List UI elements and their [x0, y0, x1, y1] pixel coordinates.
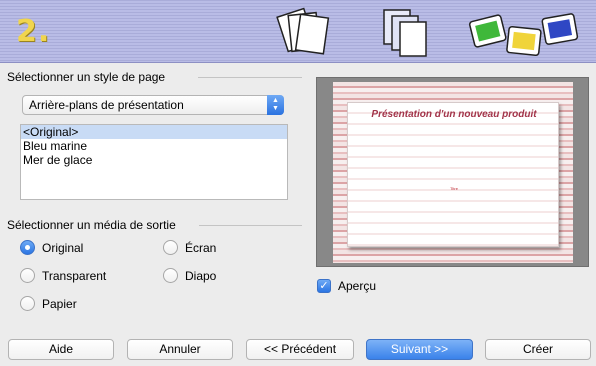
radio-button[interactable] [163, 240, 178, 255]
output-media-divider [199, 225, 302, 226]
radio-label: Transparent [42, 268, 107, 283]
wizard-banner: 2. [0, 0, 596, 63]
radio-label: Écran [185, 240, 217, 255]
page-style-heading: Sélectionner un style de page [7, 70, 166, 84]
preview-checkbox-label: Aperçu [338, 279, 377, 293]
window-layers-icon [383, 9, 427, 57]
previous-button[interactable]: << Précédent [246, 339, 354, 360]
radio-label: Original [42, 240, 84, 255]
preview-pane: Présentation d'un nouveau produit Titre [316, 77, 589, 267]
page-stack-icon [276, 7, 330, 55]
radio-label: Papier [42, 296, 77, 311]
slide-content-card: Présentation d'un nouveau produit Titre [347, 102, 559, 247]
radio-ecran[interactable]: Écran [163, 240, 216, 255]
output-media-heading: Sélectionner un média de sortie [7, 218, 176, 232]
page-style-dropdown[interactable]: Arrière-plans de présentation ▲ ▼ [22, 95, 284, 115]
create-button[interactable]: Créer [485, 339, 591, 360]
slide-subtitle: Titre [450, 186, 458, 191]
list-item[interactable]: <Original> [21, 125, 287, 139]
radio-label: Diapo [185, 268, 217, 283]
page-style-divider [198, 77, 302, 78]
radio-transparent[interactable]: Transparent [20, 268, 106, 283]
help-button[interactable]: Aide [8, 339, 114, 360]
color-slides-icon [468, 13, 579, 57]
cancel-button[interactable]: Annuler [127, 339, 233, 360]
step-number: 2. [16, 14, 51, 49]
radio-button[interactable] [20, 268, 35, 283]
radio-button[interactable] [163, 268, 178, 283]
checkmark-icon[interactable]: ✓ [317, 279, 331, 293]
radio-button[interactable] [20, 240, 35, 255]
chevron-updown-icon[interactable]: ▲ ▼ [267, 95, 284, 115]
preview-checkbox-row[interactable]: ✓ Aperçu [317, 279, 376, 293]
slide-title: Présentation d'un nouveau produit [371, 109, 537, 120]
page-style-list[interactable]: <Original> Bleu marine Mer de glace [20, 124, 288, 200]
radio-original[interactable]: Original [20, 240, 83, 255]
list-item[interactable]: Mer de glace [21, 153, 287, 167]
next-button[interactable]: Suivant >> [366, 339, 473, 360]
slide-thumbnail: Présentation d'un nouveau produit Titre [333, 82, 573, 263]
radio-papier[interactable]: Papier [20, 296, 77, 311]
page-style-dropdown-value: Arrière-plans de présentation [29, 98, 184, 112]
radio-diapo[interactable]: Diapo [163, 268, 216, 283]
radio-button[interactable] [20, 296, 35, 311]
list-item[interactable]: Bleu marine [21, 139, 287, 153]
